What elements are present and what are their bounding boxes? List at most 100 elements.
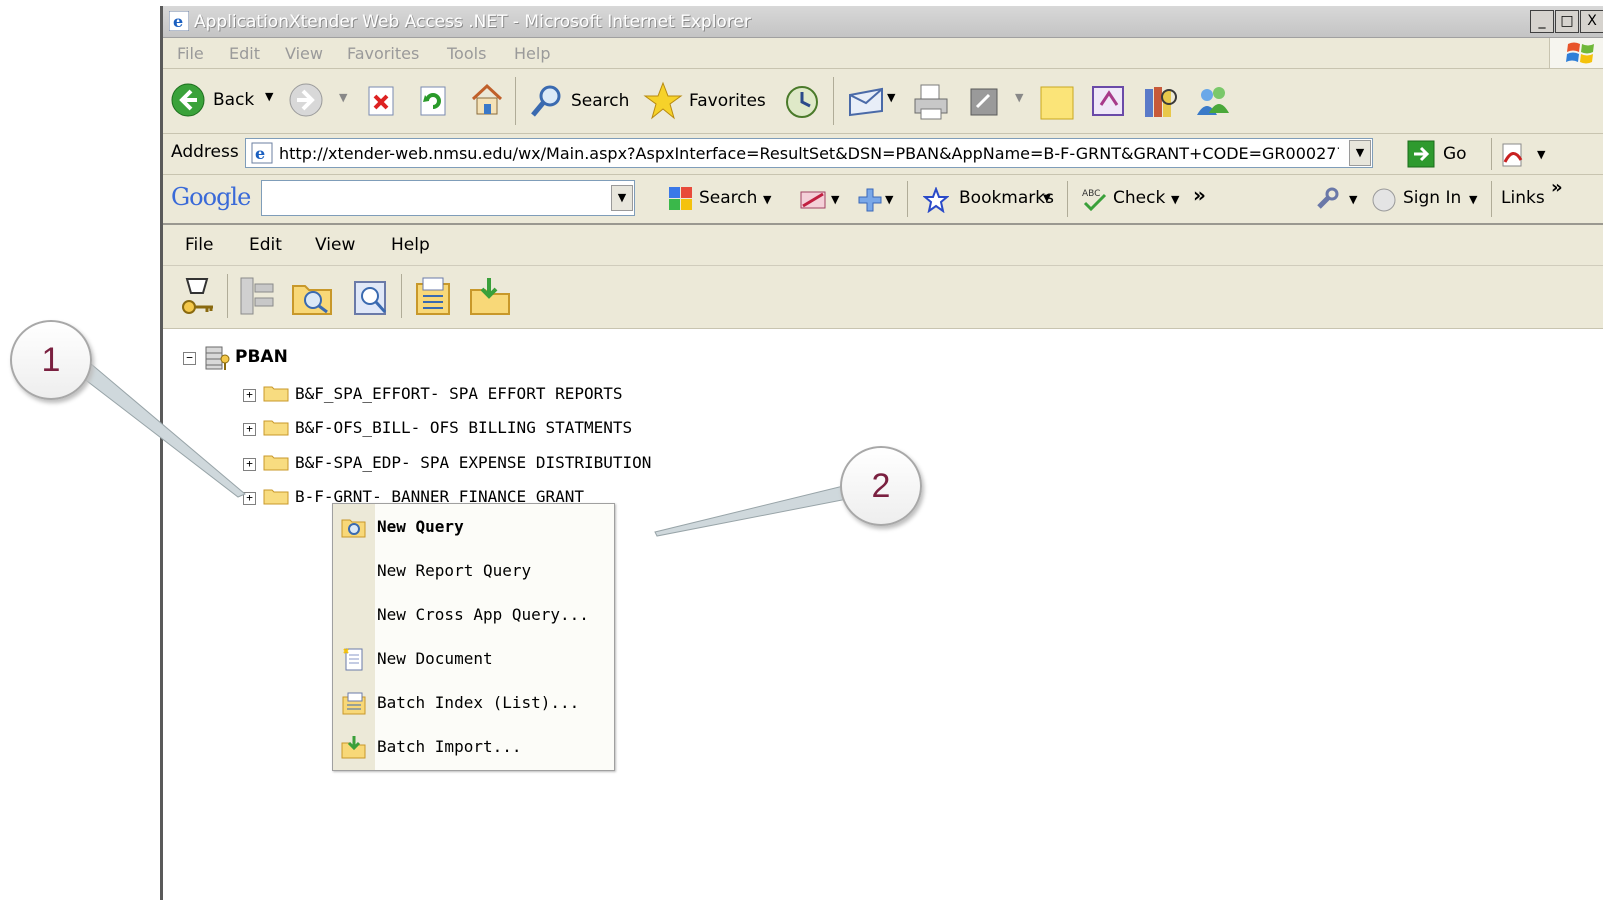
- toolbar-separator: [227, 274, 228, 318]
- links-chevron[interactable]: »: [1551, 177, 1563, 198]
- toolbar-separator: [1491, 181, 1492, 217]
- more-chevron[interactable]: »: [1193, 183, 1206, 207]
- context-menu-label: New Document: [377, 649, 493, 668]
- back-button[interactable]: Back ▼: [171, 83, 281, 117]
- internet-explorer-icon: e: [169, 11, 189, 31]
- google-search-input[interactable]: ▼: [261, 180, 635, 216]
- new-document-icon: [343, 648, 363, 671]
- address-url: http://xtender-web.nmsu.edu/wx/Main.aspx…: [279, 144, 1339, 163]
- app-menu-view[interactable]: View: [315, 235, 355, 255]
- standard-toolbar: Back ▼ ▼ Search Favorites ▼ ▼: [163, 69, 1603, 134]
- print-icon[interactable]: [911, 83, 951, 121]
- menu-tools[interactable]: Tools: [447, 44, 486, 63]
- context-menu-batch-import[interactable]: Batch Import...: [333, 726, 614, 770]
- app-menu-edit[interactable]: Edit: [249, 235, 282, 255]
- favorites-button[interactable]: Favorites: [689, 91, 766, 111]
- menu-edit[interactable]: Edit: [229, 44, 260, 63]
- context-menu-label: Batch Import...: [377, 737, 522, 756]
- expand-icon[interactable]: +: [243, 492, 256, 505]
- context-menu: New Query New Report Query New Cross App…: [332, 503, 615, 771]
- messenger-icon[interactable]: [1089, 83, 1129, 121]
- popup-blocker-icon[interactable]: [799, 188, 827, 212]
- google-search-button[interactable]: Search: [699, 188, 757, 208]
- app-menu-file[interactable]: File: [185, 235, 213, 255]
- tree-item-label: B&F-SPA_EDP- SPA EXPENSE DISTRIBUTION: [295, 453, 652, 472]
- app-menu-help[interactable]: Help: [391, 235, 430, 255]
- search-icon[interactable]: [529, 83, 565, 119]
- contacts-icon[interactable]: [1193, 83, 1233, 121]
- google-search-dropdown[interactable]: ▼: [763, 193, 771, 206]
- popup-dropdown-icon[interactable]: ▼: [831, 193, 839, 206]
- settings-dropdown-icon[interactable]: ▼: [1349, 193, 1357, 206]
- bookmarks-dropdown-icon[interactable]: ▼: [1043, 193, 1051, 204]
- svg-text:ABC: ABC: [1082, 189, 1100, 199]
- back-dropdown-icon[interactable]: ▼: [265, 90, 273, 103]
- back-label: Back: [213, 90, 255, 110]
- maximize-button[interactable]: □: [1555, 10, 1579, 33]
- pdf-dropdown-icon[interactable]: ▼: [1537, 148, 1545, 161]
- search-button[interactable]: Search: [571, 91, 629, 111]
- svg-text:e: e: [173, 12, 183, 31]
- batch-index-toolbar-icon[interactable]: [411, 276, 455, 318]
- expand-icon[interactable]: +: [243, 423, 256, 436]
- context-menu-new-document[interactable]: New Document: [333, 638, 614, 682]
- context-menu-new-query[interactable]: New Query: [333, 506, 614, 550]
- home-icon[interactable]: [469, 83, 505, 117]
- sign-in-dropdown-icon[interactable]: ▼: [1469, 193, 1477, 206]
- google-toolbar: Google ▼ Search ▼ ▼ ▼ Bookmarks ▼ ABC Ch…: [163, 175, 1603, 225]
- minimize-button[interactable]: _: [1530, 10, 1554, 33]
- menu-help[interactable]: Help: [514, 44, 550, 63]
- back-arrow-icon: [171, 83, 205, 117]
- window-title: ApplicationXtender Web Access .NET - Mic…: [194, 12, 751, 32]
- callout-2: 2: [840, 446, 922, 526]
- edit-page-icon[interactable]: [969, 87, 999, 117]
- address-bar: Address e http://xtender-web.nmsu.edu/wx…: [163, 134, 1603, 175]
- query-folder-icon[interactable]: [291, 278, 335, 318]
- expand-icon[interactable]: +: [243, 458, 256, 471]
- close-button[interactable]: X: [1580, 10, 1603, 33]
- folder-icon: [263, 489, 289, 505]
- context-menu-batch-index[interactable]: Batch Index (List)...: [333, 682, 614, 726]
- address-input[interactable]: e http://xtender-web.nmsu.edu/wx/Main.as…: [245, 138, 1373, 168]
- add-button-icon[interactable]: [857, 187, 883, 213]
- refresh-icon[interactable]: [419, 85, 449, 117]
- notes-icon[interactable]: [1039, 85, 1075, 121]
- context-menu-label: New Cross App Query...: [377, 605, 589, 624]
- context-menu-new-cross-app-query[interactable]: New Cross App Query...: [333, 594, 614, 638]
- wrench-icon[interactable]: [1313, 185, 1341, 213]
- stop-icon[interactable]: [367, 85, 397, 117]
- research-icon[interactable]: [1141, 83, 1179, 121]
- batch-import-icon: [341, 736, 366, 759]
- mail-icon[interactable]: [847, 85, 885, 119]
- google-search-dropdown-icon[interactable]: ▼: [611, 185, 633, 211]
- menu-favorites[interactable]: Favorites: [347, 44, 419, 63]
- forward-arrow-icon[interactable]: [289, 83, 323, 117]
- context-menu-new-report-query[interactable]: New Report Query: [333, 550, 614, 594]
- forward-dropdown-icon[interactable]: ▼: [339, 91, 347, 104]
- context-menu-label: Batch Index (List)...: [377, 693, 580, 712]
- folder-icon: [263, 455, 289, 471]
- check-dropdown-icon[interactable]: ▼: [1171, 193, 1179, 206]
- batch-import-toolbar-icon[interactable]: [469, 276, 513, 318]
- address-dropdown-icon[interactable]: ▼: [1349, 140, 1371, 166]
- edit-dropdown-icon[interactable]: ▼: [1015, 91, 1023, 104]
- collapse-icon[interactable]: −: [183, 352, 196, 365]
- links-button[interactable]: Links: [1501, 188, 1545, 208]
- sign-in-button[interactable]: Sign In: [1403, 188, 1461, 208]
- query-results-icon[interactable]: [351, 278, 391, 318]
- toolbar-separator: [833, 77, 834, 125]
- tree-view-icon[interactable]: [237, 274, 277, 318]
- bookmarks-button[interactable]: Bookmarks: [959, 188, 1054, 208]
- pdf-icon[interactable]: [1499, 142, 1527, 170]
- mail-dropdown-icon[interactable]: ▼: [887, 91, 895, 104]
- app-menu-bar: File Edit View Help: [163, 225, 1603, 266]
- expand-icon[interactable]: +: [243, 389, 256, 402]
- history-icon[interactable]: [783, 83, 821, 121]
- login-key-icon[interactable]: [177, 275, 217, 319]
- add-dropdown-icon[interactable]: ▼: [885, 193, 893, 206]
- menu-file[interactable]: File: [177, 44, 204, 63]
- go-button[interactable]: Go: [1407, 140, 1477, 170]
- check-button[interactable]: Check: [1113, 188, 1165, 208]
- favorites-star-icon[interactable]: [643, 81, 683, 121]
- menu-view[interactable]: View: [285, 44, 323, 63]
